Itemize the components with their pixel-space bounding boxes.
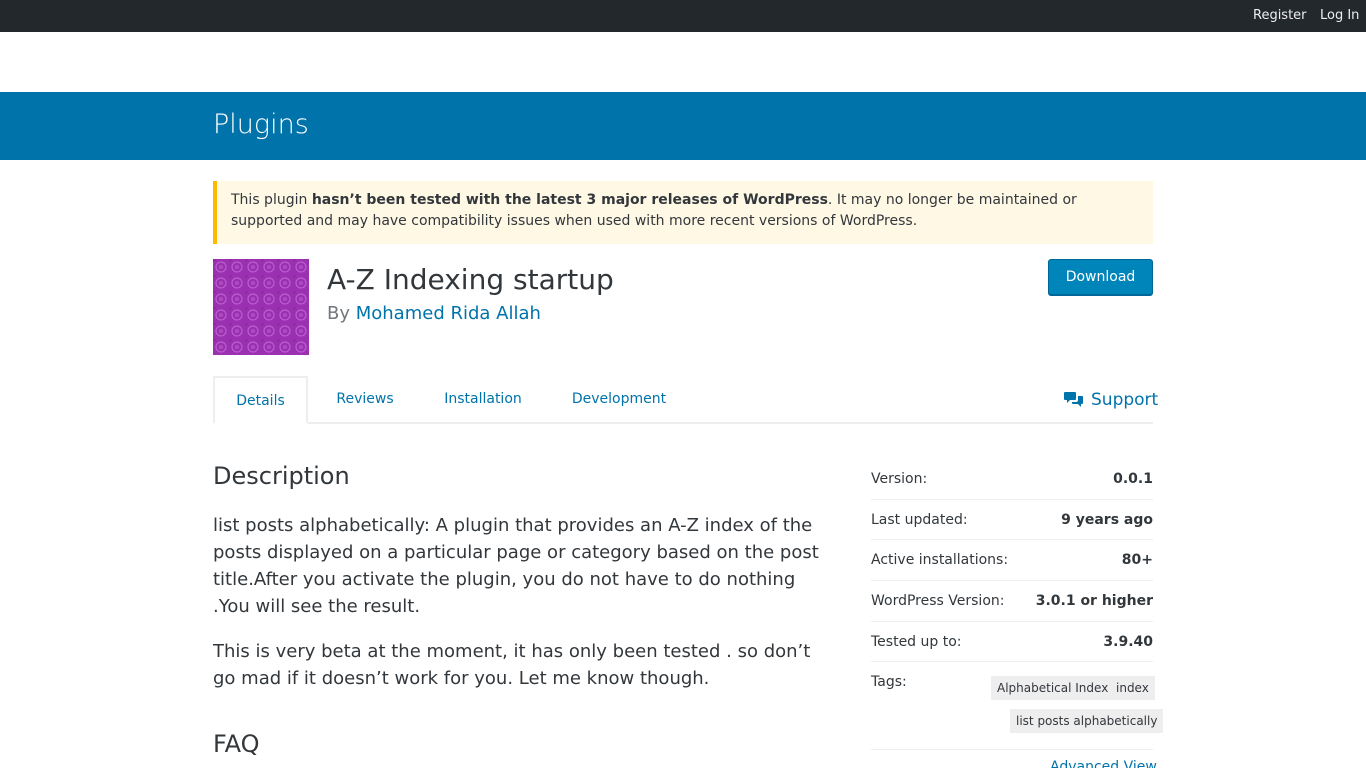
plugin-meta: Version: 0.0.1 Last updated: 9 years ago… [871,459,1164,751]
login-link[interactable]: Log In [1320,0,1359,32]
meta-label: Tags: [871,674,907,691]
meta-active-installs: Active installations: 80+ [871,540,1153,582]
description-paragraph-2: This is very beta at the moment, it has … [213,641,811,689]
download-button[interactable]: Download [1048,259,1153,295]
speech-bubbles-icon [1064,392,1083,407]
banner-title[interactable]: Plugins [213,107,309,143]
tab-installation[interactable]: Installation [432,376,534,424]
meta-label: Last updated: [871,511,968,528]
meta-tested-up-to: Tested up to: 3.9.40 [871,622,1153,663]
advanced-view-link[interactable]: Advanced View [1050,757,1157,768]
meta-wp-version: WordPress Version: 3.0.1 or higher [871,581,1153,622]
plugin-icon [213,259,309,355]
top-bar: Register Log In [0,0,1366,32]
tag-link[interactable]: index [1110,676,1155,701]
plugin-byline: By Mohamed Rida Allah [327,302,541,326]
meta-value: 0.0.1 [1113,471,1153,487]
meta-label: Active installations: [871,552,1009,569]
meta-value: 3.9.40 [1103,633,1153,650]
meta-last-updated: Last updated: 9 years ago [871,500,1153,541]
meta-version: Version: 0.0.1 [871,459,1153,500]
description-heading: Description [213,462,350,490]
tag-link[interactable]: list posts alphabetically [1010,709,1164,734]
faq-heading: FAQ [213,730,260,758]
meta-value: 80+ [1121,552,1153,569]
compatibility-notice: This plugin hasn’t been tested with the … [213,181,1153,244]
pattern-icon [213,259,309,355]
meta-label: WordPress Version: [871,593,1005,610]
tab-development[interactable]: Development [561,376,677,424]
byline-prefix: By [327,303,356,324]
plugin-title: A-Z Indexing startup [327,263,614,296]
notice-prefix: This plugin [231,192,312,208]
meta-label: Tested up to: [871,633,962,650]
meta-label: Version: [871,471,928,487]
register-link[interactable]: Register [1253,0,1307,32]
meta-tags: Tags: Alphabetical Index index list post… [871,662,1164,751]
notice-bold: hasn’t been tested with the latest 3 maj… [311,192,828,208]
tag-link[interactable]: Alphabetical Index [991,676,1115,701]
tab-details[interactable]: Details [213,376,308,424]
plugins-banner: Plugins [0,92,1366,160]
author-link[interactable]: Mohamed Rida Allah [356,303,541,324]
support-label: Support [1091,390,1159,410]
tab-reviews[interactable]: Reviews [324,376,406,424]
meta-value: 3.0.1 or higher [1035,593,1153,610]
description-paragraph-1: list posts alphabetically: A plugin that… [213,515,819,617]
meta-value: 9 years ago [1061,511,1153,528]
